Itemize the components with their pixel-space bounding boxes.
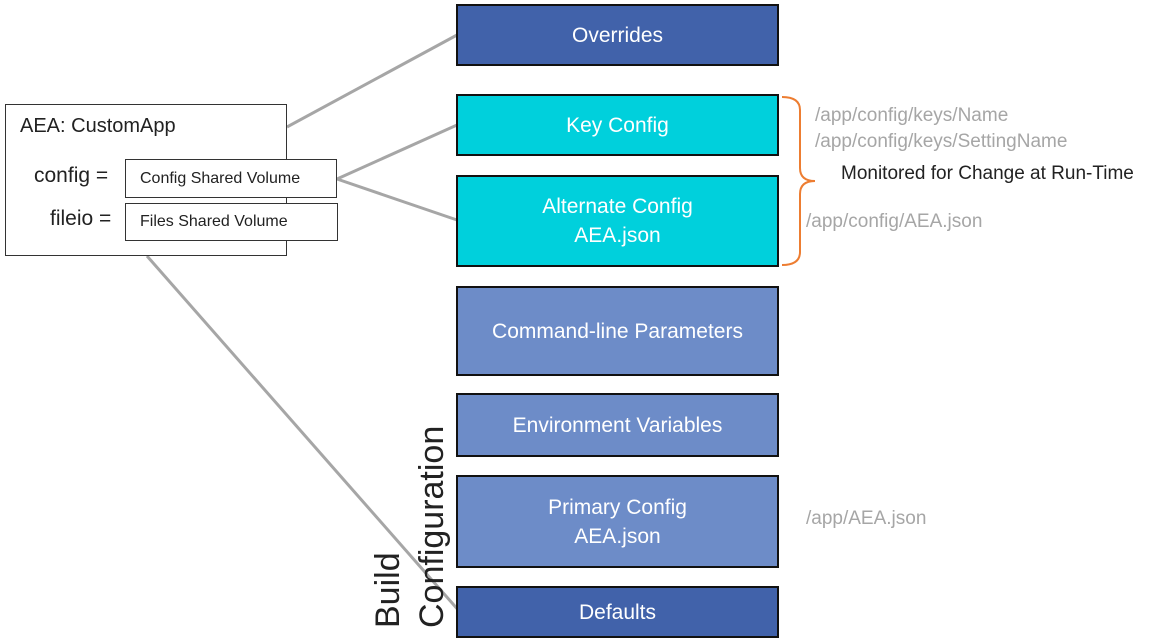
layer-primary-config: Primary Config AEA.json: [456, 475, 779, 568]
app-title: AEA: CustomApp: [20, 115, 176, 137]
layer-command-line: Command-line Parameters: [456, 286, 779, 376]
layer-key-config: Key Config: [456, 94, 779, 156]
layer-label: Command-line Parameters: [492, 319, 743, 343]
layer-label: Overrides: [571, 23, 664, 47]
connector-config-altconfig: [336, 177, 458, 222]
layer-label: Key Config: [566, 113, 669, 137]
key-config-path-2: /app/config/keys/SettingName: [815, 131, 1068, 152]
layer-overrides: Overrides: [456, 4, 779, 66]
key-config-path-1: /app/config/keys/Name: [815, 105, 1009, 126]
layer-alternate-config: Alternate Config AEA.json: [456, 175, 779, 267]
fileio-label: fileio =: [50, 207, 112, 230]
layer-environment-variables: Environment Variables: [456, 393, 779, 457]
alt-config-path: /app/config/AEA.json: [806, 211, 983, 232]
layer-sublabel: AEA.json: [574, 524, 661, 548]
fileio-volume-label: Files Shared Volume: [140, 213, 288, 230]
layer-label: Primary Config: [548, 495, 687, 519]
layer-label: Alternate Config: [542, 195, 693, 218]
layer-label: Environment Variables: [512, 413, 723, 437]
layer-label: Defaults: [578, 600, 657, 624]
build-configuration-label: Build Configuration: [366, 426, 454, 628]
configuration-label: Configuration: [413, 425, 451, 628]
runtime-note: Monitored for Change at Run-Time: [841, 163, 1134, 184]
config-volume-label: Config Shared Volume: [140, 169, 301, 187]
runtime-brace: [781, 96, 816, 266]
connector-app-overrides: [286, 33, 458, 129]
config-volume: Config Shared Volume: [125, 159, 337, 198]
layer-sublabel: AEA.json: [574, 224, 661, 247]
layer-defaults: Defaults: [456, 586, 779, 638]
config-label: config =: [34, 164, 109, 187]
build-label: Build: [369, 552, 407, 628]
fileio-volume: Files Shared Volume: [125, 203, 338, 241]
primary-config-path: /app/AEA.json: [806, 508, 927, 529]
connector-config-keyconfig: [336, 123, 458, 181]
